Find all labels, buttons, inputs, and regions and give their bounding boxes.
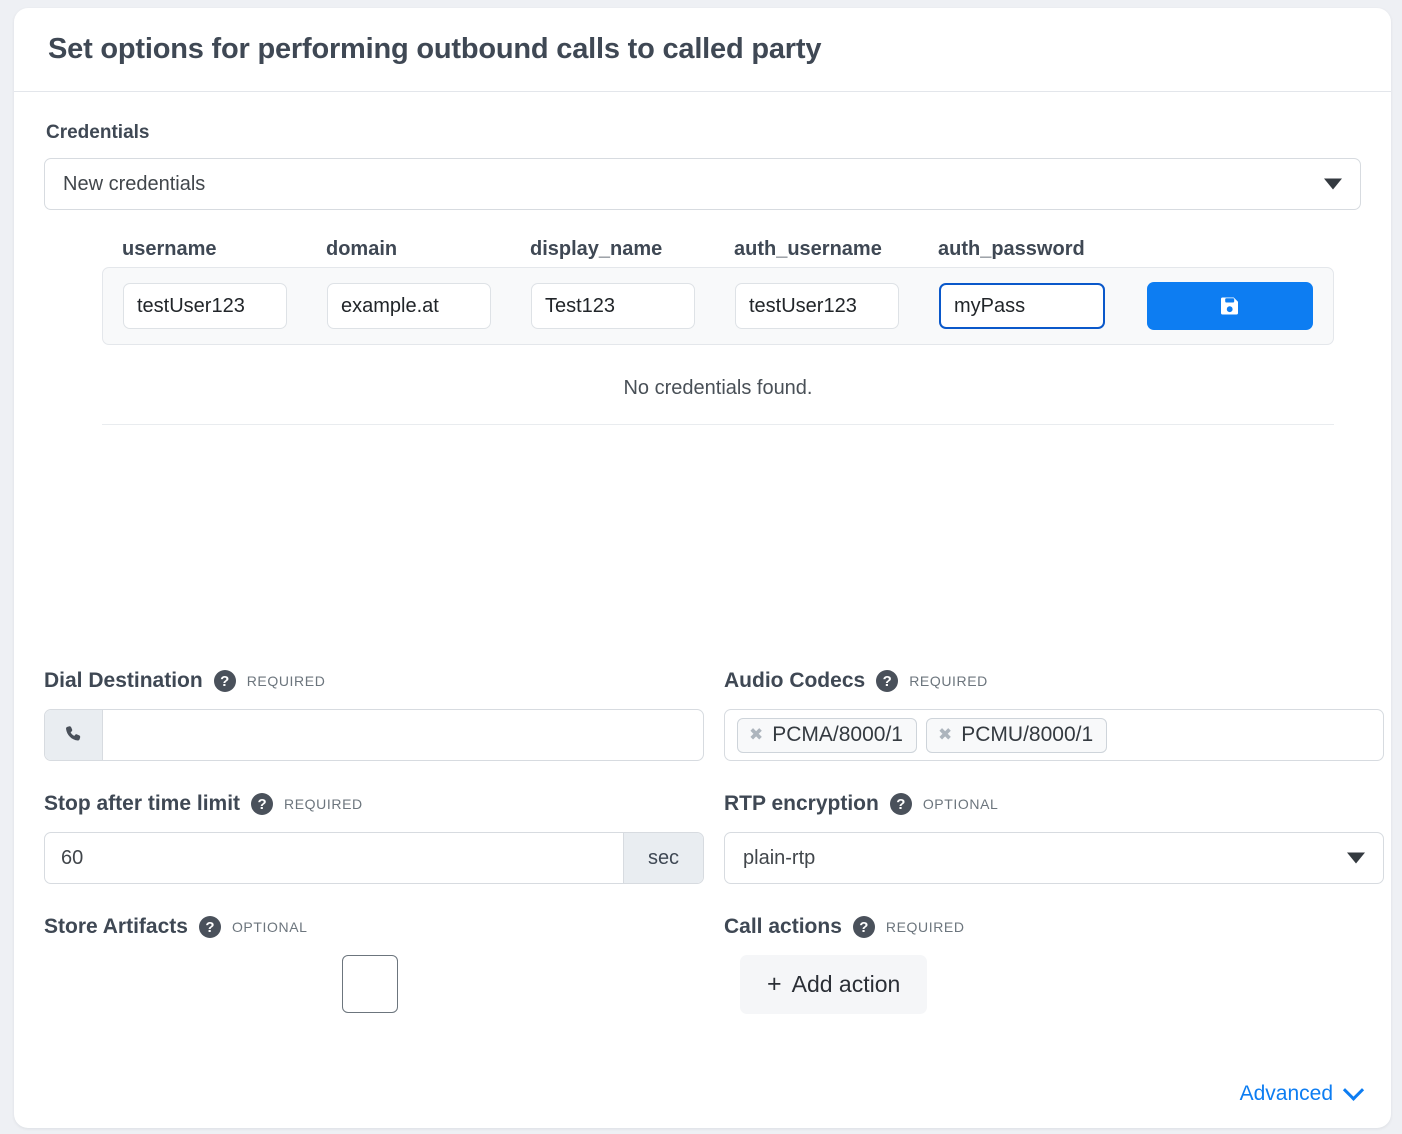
card-body: Credentials New credentials username dom… [14,92,1391,1128]
card-header: Set options for performing outbound call… [14,8,1391,92]
chevron-down-icon [1347,852,1365,864]
help-icon[interactable]: ? [251,793,274,815]
call-actions-label-row: Call actions ? REQUIRED [724,912,1384,942]
chevron-down-icon [1342,1079,1365,1101]
help-icon[interactable]: ? [876,670,899,692]
stop-after-time-limit-input-group: sec [44,832,704,884]
codec-tag-label: PCMA/8000/1 [772,722,903,746]
audio-codecs-badge: REQUIRED [909,673,988,689]
column-header-domain: domain [326,238,398,260]
domain-input[interactable] [327,283,491,329]
display-name-input[interactable] [531,283,695,329]
call-actions-label: Call actions [724,915,842,938]
stop-after-time-limit-label: Stop after time limit [44,792,241,815]
username-input[interactable] [123,283,287,329]
add-action-button[interactable]: + Add action [740,955,928,1014]
rtp-encryption-label: RTP encryption [724,792,879,815]
help-icon[interactable]: ? [889,793,912,815]
remove-tag-icon[interactable]: ✖ [938,726,952,743]
audio-codecs-label-row: Audio Codecs ? REQUIRED [724,666,1384,696]
chevron-down-icon [1324,178,1342,190]
credentials-label: Credentials [46,122,150,143]
field-stop-after-time-limit: Stop after time limit ? REQUIRED sec [44,789,704,884]
stop-after-time-limit-badge: REQUIRED [284,796,363,812]
help-icon[interactable]: ? [198,916,221,938]
column-header-display-name: display_name [530,238,663,260]
remove-tag-icon[interactable]: ✖ [749,726,763,743]
store-artifacts-checkbox[interactable] [342,955,398,1013]
advanced-label: Advanced [1239,1082,1333,1105]
field-call-actions: Call actions ? REQUIRED + Add action [724,912,1384,1014]
auth-password-input[interactable] [939,283,1105,329]
credentials-select-value: New credentials [63,172,206,195]
stop-after-time-limit-input[interactable] [45,833,623,883]
codec-tag: ✖ PCMU/8000/1 [926,717,1108,753]
cell-display-name [531,283,735,329]
codec-tag: ✖ PCMA/8000/1 [737,717,917,753]
phone-icon [45,710,103,760]
column-header-auth-password: auth_password [938,238,1085,260]
dial-destination-input[interactable] [103,710,703,760]
add-action-label: Add action [791,971,901,997]
field-rtp-encryption: RTP encryption ? OPTIONAL plain-rtp [724,789,1384,884]
auth-username-input[interactable] [735,283,899,329]
rtp-encryption-badge: OPTIONAL [922,796,999,812]
credentials-select[interactable]: New credentials [44,158,1361,210]
codec-tag-label: PCMU/8000/1 [961,722,1094,746]
store-artifacts-label: Store Artifacts [44,915,188,938]
cell-auth-password [939,283,1143,329]
rtp-encryption-select[interactable]: plain-rtp [724,832,1384,884]
column-header-auth-username: auth_username [734,238,882,260]
page-title: Set options for performing outbound call… [48,33,822,65]
rtp-encryption-value: plain-rtp [743,846,816,869]
plus-icon: + [767,970,782,998]
credentials-empty-message: No credentials found. [102,351,1334,425]
help-icon[interactable]: ? [852,916,875,938]
dial-destination-label-row: Dial Destination ? REQUIRED [44,666,704,696]
field-audio-codecs: Audio Codecs ? REQUIRED ✖ PCMA/8000/1 ✖ … [724,666,1384,761]
credentials-table-header: username domain display_name auth_userna… [102,238,1334,267]
advanced-toggle[interactable]: Advanced [1239,1079,1365,1106]
fields-grid: Dial Destination ? REQUIRED Audio Codecs… [44,666,1384,1042]
save-credential-button[interactable] [1147,282,1313,330]
stop-after-time-limit-label-row: Stop after time limit ? REQUIRED [44,789,704,819]
audio-codecs-label: Audio Codecs [724,669,866,692]
options-card: Set options for performing outbound call… [14,8,1391,1128]
credentials-table: username domain display_name auth_userna… [102,238,1334,425]
credentials-new-row [102,267,1334,345]
field-store-artifacts: Store Artifacts ? OPTIONAL [44,912,704,1014]
cell-username [123,283,327,329]
time-unit-suffix: sec [623,833,703,883]
help-icon[interactable]: ? [213,670,236,692]
dial-destination-input-group [44,709,704,761]
field-dial-destination: Dial Destination ? REQUIRED [44,666,704,761]
audio-codecs-tag-input[interactable]: ✖ PCMA/8000/1 ✖ PCMU/8000/1 [724,709,1384,761]
cell-auth-username [735,283,939,329]
save-floppy-icon [1221,297,1238,315]
store-artifacts-label-row: Store Artifacts ? OPTIONAL [44,912,704,942]
store-artifacts-badge: OPTIONAL [231,919,308,935]
column-header-username: username [122,238,217,260]
dial-destination-label: Dial Destination [44,669,203,692]
call-actions-badge: REQUIRED [885,919,965,935]
dial-destination-badge: REQUIRED [246,673,326,689]
rtp-encryption-label-row: RTP encryption ? OPTIONAL [724,789,1384,819]
cell-domain [327,283,531,329]
